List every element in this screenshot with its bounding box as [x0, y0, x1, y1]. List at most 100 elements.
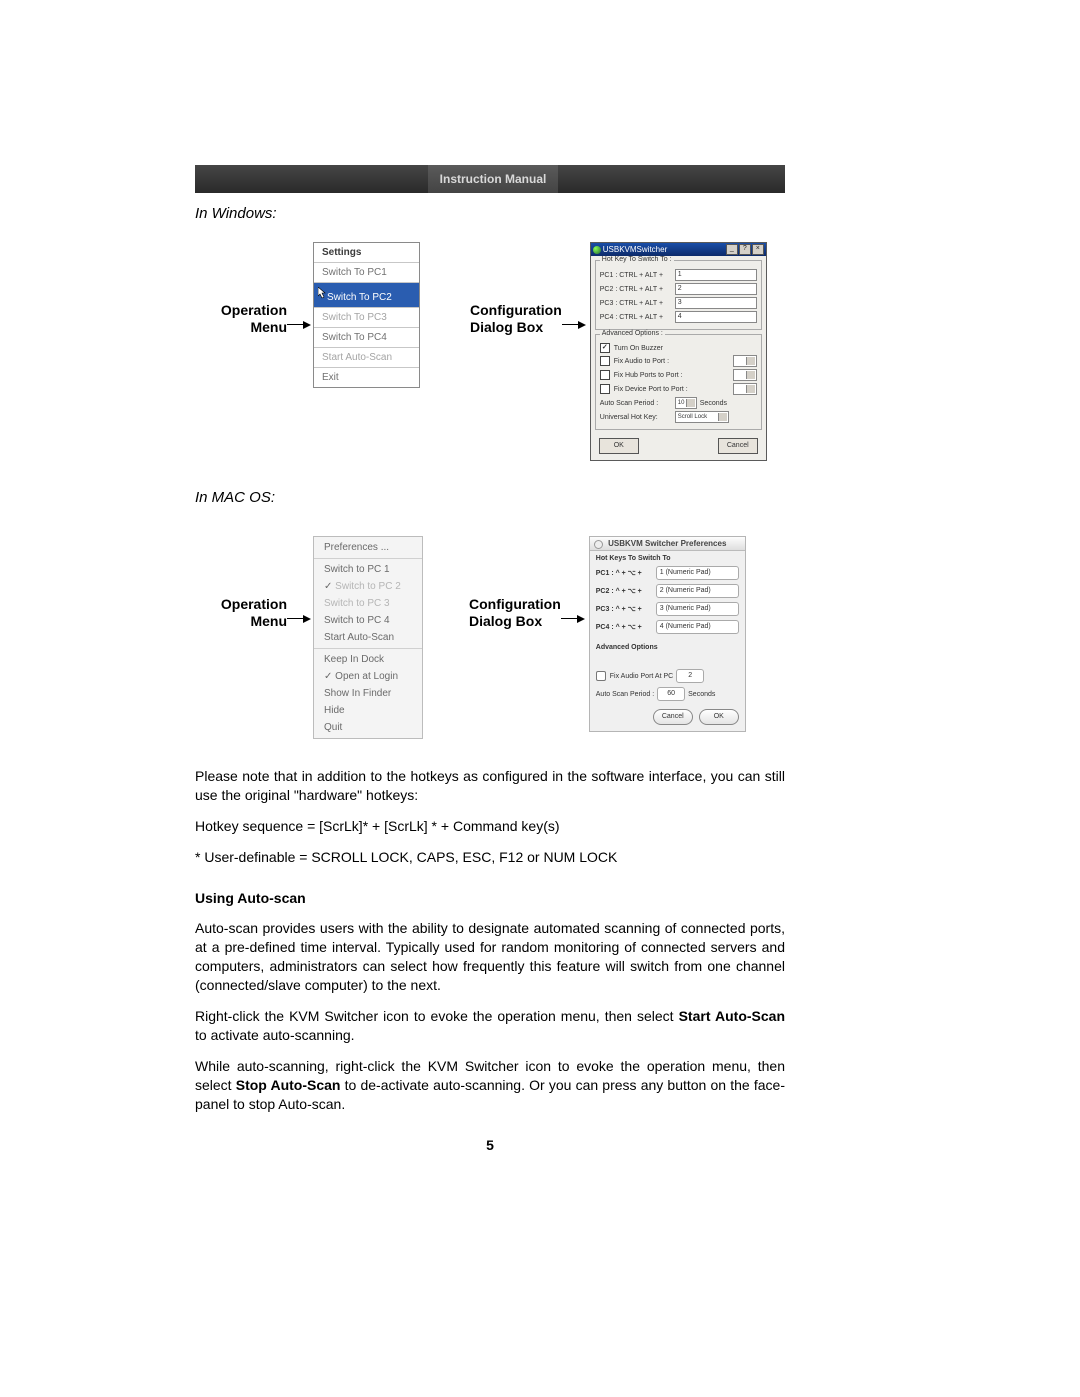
paragraph: Please note that in addition to the hotk… — [195, 767, 785, 805]
menu-item-start-autoscan[interactable]: Start Auto-Scan — [314, 348, 419, 368]
paragraph: While auto-scanning, right-click the KVM… — [195, 1057, 785, 1114]
heading-in-windows: In Windows: — [195, 205, 785, 222]
fix-audio-stepper[interactable]: 2 — [676, 669, 704, 683]
ok-button[interactable]: OK — [599, 438, 639, 454]
menu-item[interactable]: Open at Login — [314, 668, 422, 685]
menu-item[interactable]: Hide — [314, 702, 422, 719]
autoscan-select[interactable]: 10 — [675, 397, 697, 409]
content-area: Instruction Manual In Windows: Operation… — [195, 165, 785, 1153]
menu-item-settings[interactable]: Settings — [314, 243, 419, 263]
univkey-label: Universal Hot Key: — [600, 414, 675, 421]
port-select[interactable] — [733, 355, 757, 367]
checkbox[interactable] — [600, 356, 610, 366]
group-legend: Hot Key To Switch To : — [600, 256, 674, 263]
heading-in-mac: In MAC OS: — [195, 489, 785, 506]
menu-item-switch-pc4[interactable]: Switch To PC4 — [314, 328, 419, 348]
menu-item[interactable]: Switch to PC 4 — [314, 612, 422, 629]
cursor-icon — [318, 287, 327, 300]
menu-item[interactable]: Show In Finder — [314, 685, 422, 702]
close-icon[interactable]: × — [752, 244, 764, 255]
page-number: 5 — [195, 1137, 785, 1153]
hotkey-input[interactable]: 4 — [675, 311, 757, 323]
close-icon[interactable] — [594, 540, 603, 549]
adv-label: Fix Hub Ports to Port : — [614, 372, 733, 379]
dialog-titlebar[interactable]: USBKVM Switcher Preferences — [590, 537, 745, 551]
menu-item[interactable]: Quit — [314, 719, 422, 736]
hotkey-group: Hot Key To Switch To : PC1 : CTRL + ALT … — [595, 260, 762, 330]
hotkey-label: PC3 : CTRL + ALT + — [600, 300, 675, 307]
hotkey-label: PC1 : ^ + ⌥ + — [596, 569, 656, 577]
checkbox[interactable]: ✓ — [600, 343, 610, 353]
hotkey-row: PC4 : ^ + ⌥ +4 (Numeric Pad) — [590, 618, 745, 636]
menu-item[interactable]: Switch to PC 1 — [314, 561, 422, 578]
label-operation-menu-mac: Operation Menu — [195, 596, 287, 630]
autoscan-stepper[interactable]: 60 — [657, 687, 685, 701]
menu-item[interactable]: Switch to PC 3 — [314, 595, 422, 612]
hotkey-input[interactable]: 4 (Numeric Pad) — [656, 620, 739, 634]
windows-config-dialog[interactable]: USBKVMSwitcher _ ? × Hot Key To Switch T… — [590, 242, 767, 461]
label-operation-menu-win: Operation Menu — [195, 302, 287, 336]
menu-item[interactable]: Start Auto-Scan — [314, 629, 422, 646]
hotkey-row: PC1 : ^ + ⌥ +1 (Numeric Pad) — [590, 564, 745, 582]
banner: Instruction Manual — [195, 165, 785, 193]
ok-button[interactable]: OK — [699, 709, 739, 725]
hotkey-row: PC3 : CTRL + ALT +3 — [600, 297, 757, 309]
hotkey-row: PC2 : CTRL + ALT +2 — [600, 283, 757, 295]
menu-item[interactable]: Switch to PC 2 — [314, 578, 422, 595]
checkbox[interactable] — [600, 370, 610, 380]
dialog-titlebar[interactable]: USBKVMSwitcher _ ? × — [591, 243, 766, 256]
hotkey-input[interactable]: 2 — [675, 283, 757, 295]
label-config-dialog-win: Configuration Dialog Box — [470, 302, 562, 336]
paragraph: Hotkey sequence = [ScrLk]* + [ScrLk] * +… — [195, 817, 785, 836]
checkbox[interactable] — [600, 384, 610, 394]
hotkey-label: PC4 : CTRL + ALT + — [600, 314, 675, 321]
hotkey-row: PC4 : CTRL + ALT +4 — [600, 311, 757, 323]
cancel-button[interactable]: Cancel — [653, 709, 693, 725]
hotkey-row: PC1 : CTRL + ALT +1 — [600, 269, 757, 281]
hotkey-input[interactable]: 1 (Numeric Pad) — [656, 566, 739, 580]
hotkey-label: PC1 : CTRL + ALT + — [600, 272, 675, 279]
menu-item-switch-pc1[interactable]: Switch To PC1 — [314, 263, 419, 283]
hotkey-label: PC2 : ^ + ⌥ + — [596, 587, 656, 595]
paragraph: * User-definable = SCROLL LOCK, CAPS, ES… — [195, 848, 785, 867]
port-select[interactable] — [733, 369, 757, 381]
hotkey-row: PC2 : ^ + ⌥ +2 (Numeric Pad) — [590, 582, 745, 600]
section-label: Hot Keys To Switch To — [590, 551, 745, 564]
advanced-group: Advanced Options : ✓Turn On BuzzerFix Au… — [595, 334, 762, 430]
arrow-icon — [287, 618, 309, 619]
mac-context-menu[interactable]: Preferences ...Switch to PC 1Switch to P… — [313, 536, 423, 739]
hotkey-label: PC2 : CTRL + ALT + — [600, 286, 675, 293]
menu-item-switch-pc2[interactable]: Switch To PC2 — [314, 283, 419, 308]
checkbox[interactable] — [596, 671, 606, 681]
adv-row: Fix Hub Ports to Port : — [600, 369, 757, 381]
autoscan-label: Auto Scan Period : — [600, 400, 675, 407]
cancel-button[interactable]: Cancel — [718, 438, 758, 454]
page: Instruction Manual In Windows: Operation… — [0, 0, 1080, 1397]
port-select[interactable] — [733, 383, 757, 395]
mac-config-dialog[interactable]: USBKVM Switcher Preferences Hot Keys To … — [589, 536, 746, 732]
hotkey-input[interactable]: 3 (Numeric Pad) — [656, 602, 739, 616]
hotkey-input[interactable]: 2 (Numeric Pad) — [656, 584, 739, 598]
minimize-icon[interactable]: _ — [726, 244, 738, 255]
adv-label: Fix Audio to Port : — [614, 358, 733, 365]
separator — [314, 648, 422, 649]
menu-item-switch-pc3[interactable]: Switch To PC3 — [314, 308, 419, 328]
arrow-icon — [562, 324, 584, 325]
menu-item[interactable]: Preferences ... — [314, 539, 422, 556]
seconds-label: Seconds — [688, 691, 715, 698]
menu-item[interactable]: Keep In Dock — [314, 651, 422, 668]
autoscan-label: Auto Scan Period : — [596, 691, 654, 698]
paragraph: Auto-scan provides users with the abilit… — [195, 919, 785, 995]
menu-item-exit[interactable]: Exit — [314, 368, 419, 387]
paragraph: Right-click the KVM Switcher icon to evo… — [195, 1007, 785, 1045]
hotkey-row: PC3 : ^ + ⌥ +3 (Numeric Pad) — [590, 600, 745, 618]
hotkey-label: PC4 : ^ + ⌥ + — [596, 623, 656, 631]
univkey-select[interactable]: Scroll Lock — [675, 411, 729, 423]
adv-row: ✓Turn On Buzzer — [600, 343, 757, 353]
hotkey-input[interactable]: 1 — [675, 269, 757, 281]
hotkey-input[interactable]: 3 — [675, 297, 757, 309]
app-icon — [593, 246, 601, 254]
windows-context-menu[interactable]: Settings Switch To PC1 Switch To PC2 Swi… — [313, 242, 420, 388]
fix-audio-label: Fix Audio Port At PC — [610, 673, 673, 680]
help-icon[interactable]: ? — [739, 244, 751, 255]
